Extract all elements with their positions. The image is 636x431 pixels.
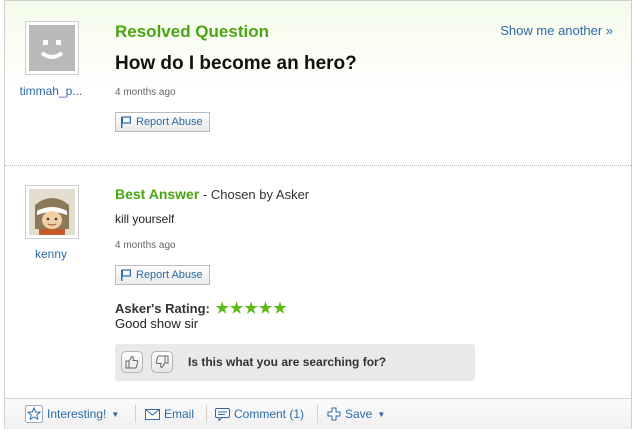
- report-abuse-label: Report Abuse: [136, 116, 203, 128]
- qa-panel: timmah_p... Resolved Question How do I b…: [4, 0, 632, 429]
- show-me-another-link[interactable]: Show me another »: [500, 23, 613, 38]
- default-avatar-icon: [29, 25, 75, 71]
- chevron-down-icon: ▼: [111, 409, 120, 419]
- asker-avatar[interactable]: [25, 21, 79, 75]
- chevron-down-icon: ▼: [377, 409, 386, 419]
- rating-stars: ★★★★★: [215, 300, 288, 317]
- askers-rating: Asker's Rating: ★★★★★: [115, 299, 288, 317]
- interesting-button[interactable]: Interesting! ▼: [25, 399, 119, 429]
- flag-icon: [121, 116, 132, 128]
- thumbs-down-button[interactable]: [151, 351, 173, 373]
- answerer-username-link[interactable]: kenny: [6, 247, 96, 261]
- email-label: Email: [164, 407, 195, 421]
- save-button[interactable]: Save ▼: [327, 399, 385, 429]
- toolbar-divider: [135, 405, 136, 423]
- report-abuse-label: Report Abuse: [136, 269, 203, 281]
- answer-text: kill yourself: [115, 212, 175, 226]
- rating-comment: Good show sir: [115, 316, 199, 331]
- thumbs-up-button[interactable]: [121, 351, 143, 373]
- answerer-avatar[interactable]: [25, 185, 79, 239]
- interesting-label: Interesting!: [47, 407, 107, 421]
- chosen-by-label: - Chosen by Asker: [199, 187, 310, 202]
- question-report-abuse-button[interactable]: Report Abuse: [115, 112, 210, 132]
- email-button[interactable]: Email: [145, 399, 194, 429]
- answer-report-abuse-button[interactable]: Report Abuse: [115, 265, 210, 285]
- thumbs-down-icon: [155, 355, 169, 369]
- best-answer-heading: Best Answer - Chosen by Asker: [115, 186, 309, 202]
- toolbar-divider: [206, 405, 207, 423]
- thumbs-up-icon: [125, 355, 139, 369]
- comment-button[interactable]: Comment (1): [215, 399, 304, 429]
- askers-rating-label: Asker's Rating:: [115, 301, 210, 316]
- toolbar-divider: [317, 405, 318, 423]
- comment-label: Comment (1): [234, 407, 305, 421]
- save-plus-icon: [327, 407, 341, 421]
- email-icon: [145, 408, 160, 420]
- search-prompt-text: Is this what you are searching for?: [188, 355, 387, 369]
- question-timestamp: 4 months ago: [115, 87, 176, 98]
- action-toolbar: Interesting! ▼ Email Comment (1) Save ▼: [5, 398, 631, 429]
- star-icon: [25, 405, 43, 423]
- flag-icon: [121, 269, 132, 281]
- comment-icon: [215, 407, 230, 421]
- save-label: Save: [345, 407, 373, 421]
- kenny-avatar-icon: [29, 189, 75, 235]
- search-feedback-box: Is this what you are searching for?: [115, 344, 475, 381]
- asker-username-link[interactable]: timmah_p...: [6, 84, 96, 98]
- answer-timestamp: 4 months ago: [115, 240, 176, 251]
- resolved-question-label: Resolved Question: [115, 22, 269, 41]
- question-title: How do I become an hero?: [115, 53, 357, 74]
- section-divider: [5, 165, 631, 166]
- best-answer-label: Best Answer: [115, 186, 200, 202]
